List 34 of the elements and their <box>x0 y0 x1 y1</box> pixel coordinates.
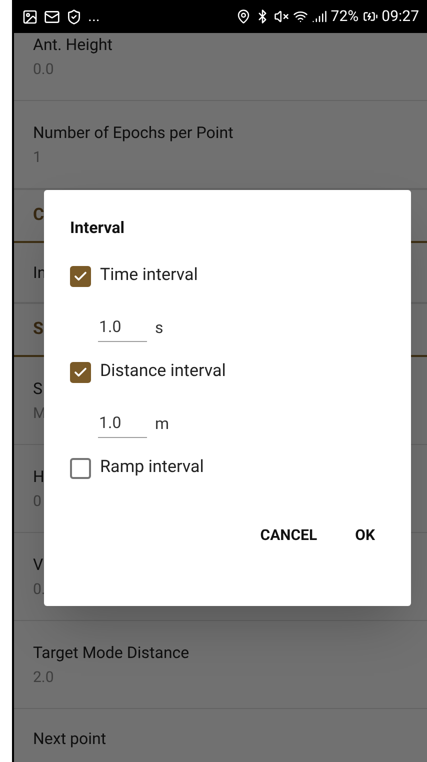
setting-title: V <box>33 554 44 576</box>
section-header: S <box>33 318 44 341</box>
wifi-icon <box>292 9 308 24</box>
setting-title: Target Mode Distance <box>33 642 190 664</box>
dialog-title: Interval <box>70 217 126 239</box>
setting-title: Number of Epochs per Point <box>33 122 234 144</box>
setting-title: Next point <box>33 728 106 750</box>
checkbox-label: Time interval <box>100 264 198 288</box>
signal-icon <box>312 9 327 24</box>
mail-icon <box>44 8 60 24</box>
section-header: C <box>33 204 44 227</box>
setting-title: H <box>33 466 44 488</box>
checkbox[interactable] <box>70 458 91 478</box>
checkbox[interactable] <box>70 266 91 286</box>
checkbox-label: Distance interval <box>100 360 226 384</box>
image-icon <box>22 8 38 24</box>
mute-icon <box>274 9 289 24</box>
battery-icon <box>362 9 378 24</box>
unit-label: m <box>155 413 170 435</box>
battery-percent: 72% <box>330 6 359 28</box>
clock: 09:27 <box>382 6 419 28</box>
setting-title: Ant. Height <box>33 34 113 56</box>
settings-item[interactable]: Next point <box>14 709 427 762</box>
unit-label: s <box>155 317 164 339</box>
checkbox[interactable] <box>70 362 91 382</box>
shield-icon <box>66 8 82 24</box>
input-field[interactable]: 1.0 <box>98 315 147 342</box>
input-field[interactable]: 1.0 <box>98 411 147 438</box>
dialog-button[interactable]: CANCEL <box>248 516 330 554</box>
checkbox-label: Ramp interval <box>100 456 204 480</box>
notification-overflow: ... <box>88 6 100 28</box>
setting-title: S <box>33 378 42 400</box>
dialog-button[interactable]: OK <box>343 516 387 554</box>
location-icon <box>236 9 251 24</box>
